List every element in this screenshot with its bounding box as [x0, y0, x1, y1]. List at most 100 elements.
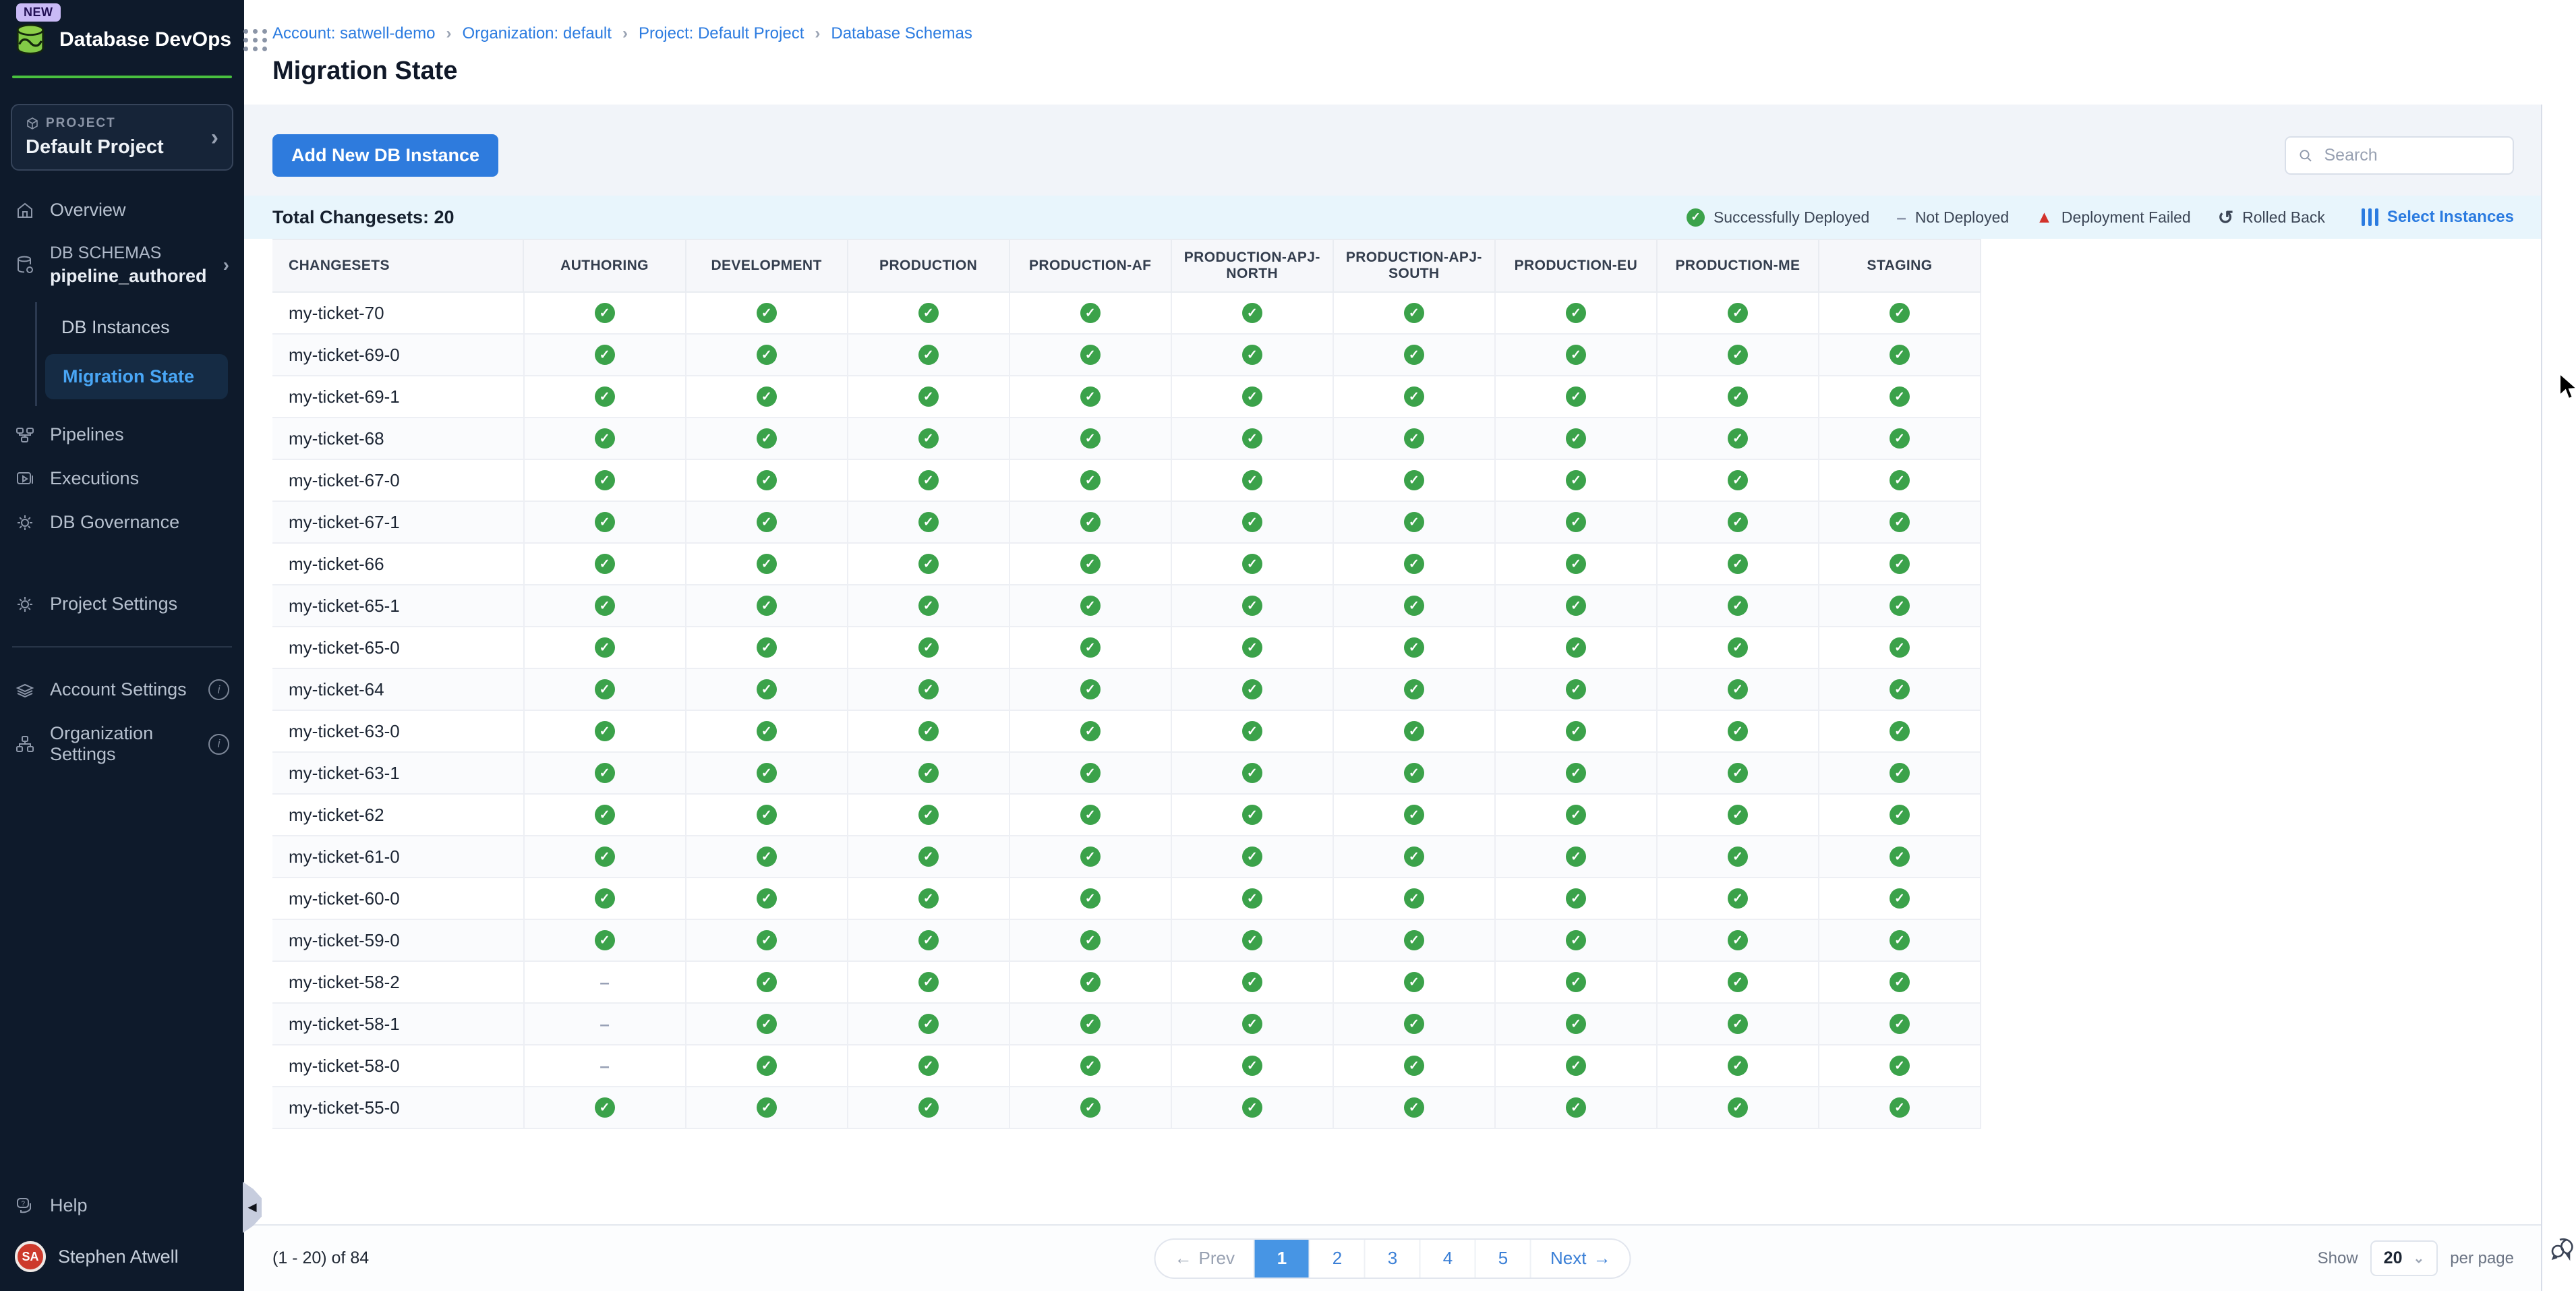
sidebar-item-executions[interactable]: Executions	[0, 457, 244, 500]
success-icon: ✓	[918, 637, 939, 658]
table-row: my-ticket-63-1✓✓✓✓✓✓✓✓✓	[272, 753, 1981, 795]
status-cell: ✓	[1656, 795, 1818, 836]
page-size-select[interactable]: 20 ⌄	[2370, 1240, 2438, 1276]
success-icon: ✓	[1566, 596, 1586, 616]
select-instances-button[interactable]: Select Instances	[2362, 208, 2514, 227]
success-icon: ✓	[918, 470, 939, 490]
success-icon: ✓	[1080, 345, 1101, 365]
status-cell: ✓	[523, 920, 685, 962]
sidebar-item-label: Help	[50, 1195, 88, 1216]
table-row: my-ticket-67-0✓✓✓✓✓✓✓✓✓	[272, 460, 1981, 502]
status-cell: ✓	[1333, 669, 1494, 711]
success-icon: ✓	[757, 303, 777, 323]
table-row: my-ticket-63-0✓✓✓✓✓✓✓✓✓	[272, 711, 1981, 753]
status-cell: ✓	[847, 1045, 1009, 1087]
sidebar-item-pipelines[interactable]: Pipelines	[0, 413, 244, 457]
table-row: my-ticket-68✓✓✓✓✓✓✓✓✓	[272, 418, 1981, 460]
success-icon: ✓	[1242, 470, 1262, 490]
status-cell: ✓	[523, 711, 685, 753]
status-cell: ✓	[1333, 1087, 1494, 1129]
user-menu[interactable]: SA Stephen Atwell	[0, 1228, 244, 1279]
page-button-3[interactable]: 3	[1364, 1240, 1419, 1278]
status-cell: ✓	[1333, 544, 1494, 585]
success-icon: ✓	[1566, 386, 1586, 407]
status-cell: ✓	[1333, 293, 1494, 335]
status-cell: ✓	[1818, 711, 1980, 753]
sidebar-item-db-governance[interactable]: DB Governance	[0, 500, 244, 544]
sidebar-item-account-settings[interactable]: Account Settings i	[0, 668, 244, 712]
success-icon: ✓	[1242, 554, 1262, 574]
success-icon: ✓	[595, 679, 615, 699]
changeset-name: my-ticket-59-0	[272, 920, 523, 962]
sidebar-item-organization-settings[interactable]: Organization Settings i	[0, 712, 244, 776]
page-button-1[interactable]: 1	[1254, 1240, 1309, 1278]
success-icon: ✓	[1728, 386, 1748, 407]
success-icon: ✓	[1080, 470, 1101, 490]
sidebar-item-overview[interactable]: Overview	[0, 188, 244, 232]
success-icon: ✓	[1890, 930, 1910, 950]
table-row: my-ticket-67-1✓✓✓✓✓✓✓✓✓	[272, 502, 1981, 544]
success-icon: ✓	[595, 512, 615, 532]
status-cell: ✓	[1171, 836, 1333, 878]
sidebar-item-migration-state[interactable]: Migration State	[45, 354, 228, 399]
success-icon: ✓	[918, 512, 939, 532]
per-page-label: per page	[2450, 1249, 2514, 1268]
add-db-instance-button[interactable]: Add New DB Instance	[272, 134, 498, 177]
sidebar-divider	[12, 646, 232, 648]
next-page-button[interactable]: Next →	[1530, 1240, 1629, 1278]
success-icon: ✓	[1404, 763, 1424, 783]
project-selector[interactable]: PROJECT Default Project ›	[11, 104, 233, 171]
success-icon: ✓	[1728, 470, 1748, 490]
success-icon: ✓	[918, 888, 939, 909]
success-icon: ✓	[1566, 721, 1586, 741]
executions-icon	[15, 469, 35, 489]
sidebar-item-db-instances[interactable]: DB Instances	[37, 306, 231, 349]
status-cell: ✓	[1333, 502, 1494, 544]
pagination-bar: (1 - 20) of 84 ← Prev 1 2 3 4 5	[244, 1224, 2541, 1291]
apps-grid-icon[interactable]	[243, 29, 268, 51]
table-row: my-ticket-65-1✓✓✓✓✓✓✓✓✓	[272, 585, 1981, 627]
status-cell: ✓	[1656, 376, 1818, 418]
status-cell: ✓	[1171, 669, 1333, 711]
not-deployed-icon: –	[599, 1014, 609, 1035]
status-cell: ✓	[1009, 711, 1171, 753]
prev-page-button[interactable]: ← Prev	[1156, 1240, 1254, 1278]
breadcrumb-account[interactable]: Account: satwell-demo	[272, 24, 435, 43]
status-cell: ✓	[1171, 878, 1333, 920]
avatar[interactable]: SA	[15, 1241, 46, 1272]
sidebar-item-help[interactable]: ? Help	[0, 1184, 244, 1228]
sidebar-accent-divider	[12, 76, 232, 78]
success-icon: ✓	[1728, 1056, 1748, 1076]
success-icon: ✓	[1404, 805, 1424, 825]
page-button-4[interactable]: 4	[1419, 1240, 1475, 1278]
success-icon: ✓	[918, 1014, 939, 1034]
search-box[interactable]	[2285, 136, 2514, 175]
status-cell: ✓	[847, 836, 1009, 878]
success-icon: ✓	[918, 554, 939, 574]
info-icon: i	[208, 679, 229, 700]
pipelines-icon	[15, 425, 35, 445]
breadcrumb-project[interactable]: Project: Default Project	[639, 24, 804, 43]
search-input[interactable]	[2322, 145, 2500, 166]
success-icon: ✓	[595, 888, 615, 909]
breadcrumb-organization[interactable]: Organization: default	[462, 24, 611, 43]
success-icon: ✓	[918, 1056, 939, 1076]
success-icon: ✓	[1080, 1097, 1101, 1118]
status-cell: ✓	[1494, 376, 1656, 418]
sidebar-item-db-schemas[interactable]: DB SCHEMAS pipeline_authored ›	[0, 232, 244, 298]
success-icon: ✓	[1404, 386, 1424, 407]
page-button-5[interactable]: 5	[1475, 1240, 1530, 1278]
sidebar-item-project-settings[interactable]: Project Settings	[0, 582, 244, 626]
success-icon: ✓	[1404, 1097, 1424, 1118]
success-icon: ✓	[757, 637, 777, 658]
success-icon: ✓	[1566, 554, 1586, 574]
page-button-2[interactable]: 2	[1309, 1240, 1364, 1278]
success-icon: ✓	[1728, 847, 1748, 867]
project-cube-icon	[26, 117, 39, 130]
success-icon: ✓	[1728, 596, 1748, 616]
breadcrumb-database-schemas[interactable]: Database Schemas	[831, 24, 972, 43]
status-cell: ✓	[1009, 544, 1171, 585]
column-header-production: PRODUCTION	[847, 240, 1009, 291]
feedback-chat-icon[interactable]	[2549, 1233, 2576, 1264]
success-icon: ✓	[918, 930, 939, 950]
